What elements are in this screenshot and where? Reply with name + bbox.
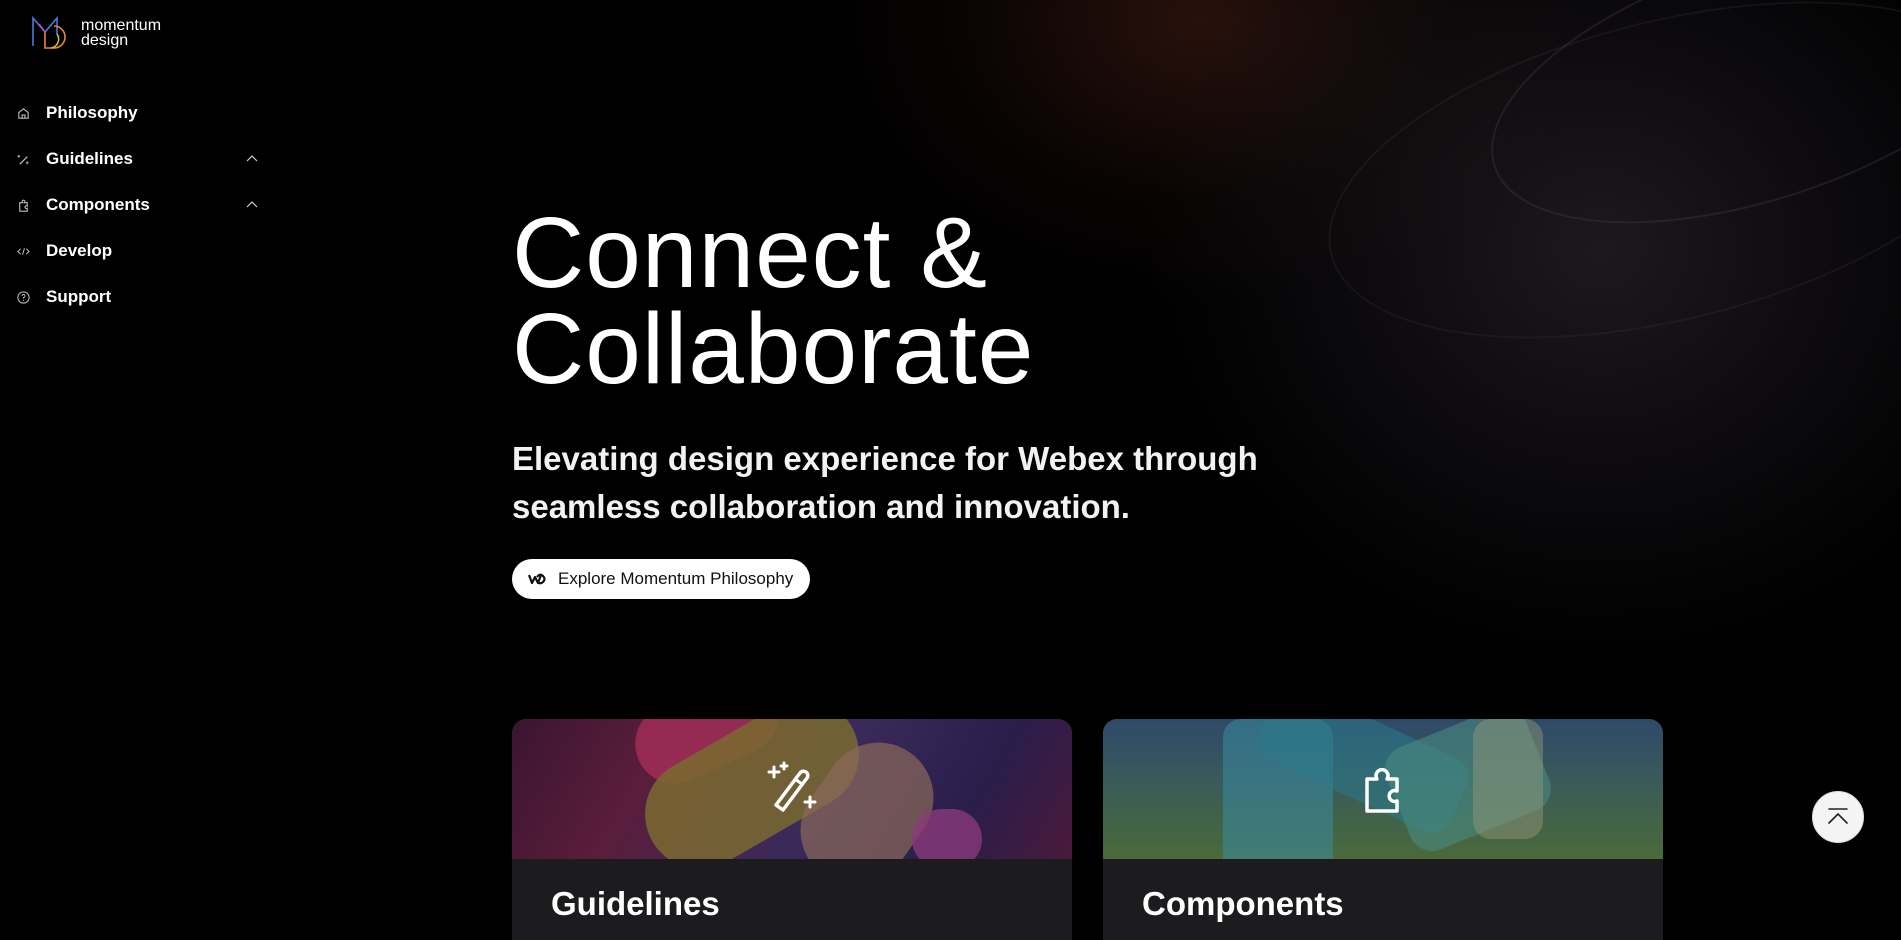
sidebar-item-guidelines[interactable]: Guidelines [0,136,280,182]
back-to-top-button[interactable] [1812,791,1864,843]
code-icon [15,243,31,259]
sidebar-item-support[interactable]: Support [0,274,280,320]
guidelines-card-body: Guidelines [512,859,1072,940]
sidebar: momentum design Philosophy Guidelines Co… [0,0,280,940]
sidebar-nav: Philosophy Guidelines Components Develop… [0,90,280,320]
magic-wand-icon [762,759,822,819]
magic-wand-icon [15,151,31,167]
sidebar-item-philosophy[interactable]: Philosophy [0,90,280,136]
sidebar-item-label: Guidelines [46,149,133,168]
brand-wordmark: momentum design [81,17,162,49]
home-icon [15,105,31,121]
hero-title-line-2: Collaborate [512,293,1035,405]
hero-subtitle: Elevating design experience for Webex th… [512,440,1258,525]
brand-line-1: momentum [81,17,162,34]
brand-line-2: design [81,32,129,49]
guidelines-card[interactable]: Guidelines [512,719,1072,940]
sidebar-item-components[interactable]: Components [0,182,280,228]
puzzle-icon [15,197,31,213]
card-title: Guidelines [551,885,720,922]
help-circle-icon [15,289,31,305]
puzzle-icon [1353,759,1413,819]
back-to-top-icon [1828,808,1848,824]
brand-logo[interactable]: momentum design [30,12,161,54]
sidebar-item-label: Support [46,287,112,306]
chevron-up-icon[interactable] [244,151,260,167]
webex-logo-icon [528,573,546,585]
components-card-body: Components [1103,859,1663,940]
momentum-logo-icon [32,15,66,49]
hero-title: Connect & Collaborate [512,197,1512,405]
card-title: Components [1142,885,1344,922]
hero-title-line-1: Connect & [512,197,988,309]
hero: Connect & Collaborate Elevating design e… [512,197,1512,531]
explore-philosophy-button[interactable]: Explore Momentum Philosophy [512,559,811,599]
guidelines-card-image [512,719,1072,859]
sidebar-item-label: Philosophy [46,103,138,122]
explore-philosophy-label: Explore Momentum Philosophy [558,569,794,588]
sidebar-item-develop[interactable]: Develop [0,228,280,274]
sidebar-item-label: Components [46,195,150,214]
chevron-up-icon[interactable] [244,197,260,213]
components-card[interactable]: Components [1103,719,1663,940]
components-card-image [1103,719,1663,859]
sidebar-item-label: Develop [46,241,113,260]
